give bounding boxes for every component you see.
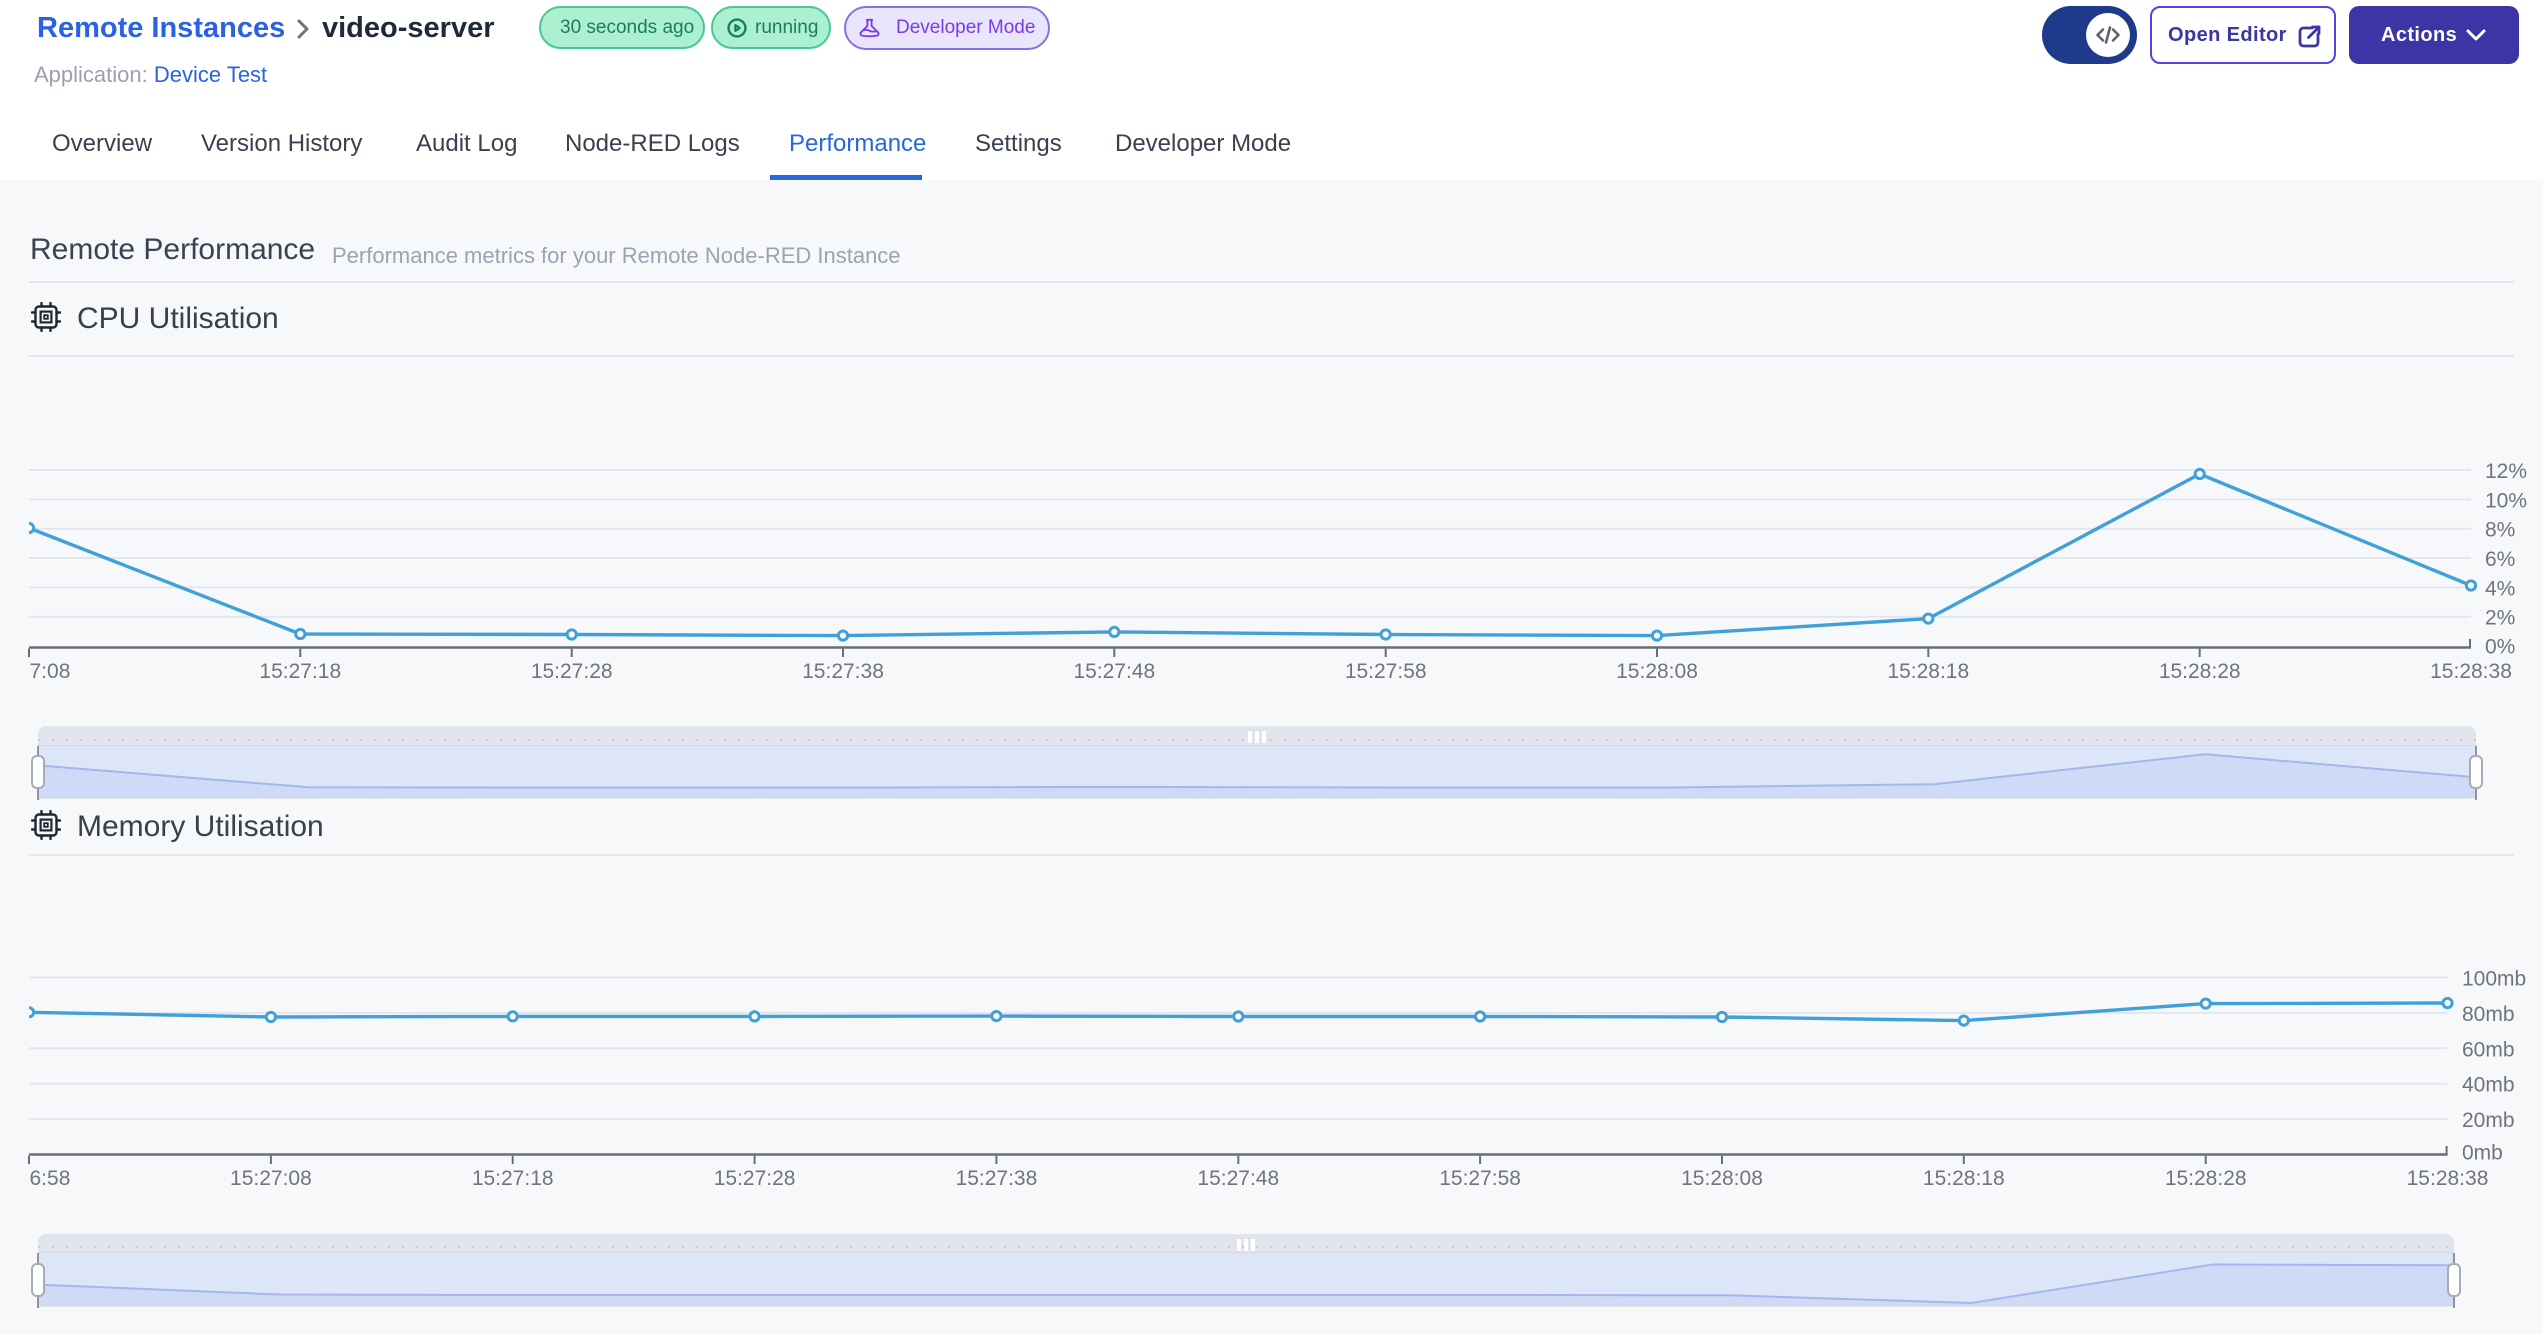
svg-text:15:28:08: 15:28:08 bbox=[1616, 660, 1698, 683]
svg-text:60mb: 60mb bbox=[2462, 1038, 2515, 1061]
svg-text:15:27:18: 15:27:18 bbox=[259, 660, 341, 683]
svg-text:15:27:38: 15:27:38 bbox=[956, 1167, 1038, 1190]
svg-text:15:28:18: 15:28:18 bbox=[1887, 660, 1969, 683]
svg-text:15:27:28: 15:27:28 bbox=[531, 660, 613, 683]
svg-text:40mb: 40mb bbox=[2462, 1074, 2515, 1097]
svg-text:7:08: 7:08 bbox=[30, 660, 71, 683]
svg-text:80mb: 80mb bbox=[2462, 1003, 2515, 1026]
svg-text:15:28:38: 15:28:38 bbox=[2407, 1167, 2489, 1190]
svg-text:15:28:38: 15:28:38 bbox=[2430, 660, 2512, 683]
svg-text:15:27:28: 15:27:28 bbox=[714, 1167, 796, 1190]
svg-text:0%: 0% bbox=[2485, 636, 2515, 659]
svg-text:100mb: 100mb bbox=[2462, 968, 2526, 991]
svg-text:15:27:18: 15:27:18 bbox=[472, 1167, 554, 1190]
svg-text:15:27:08: 15:27:08 bbox=[230, 1167, 312, 1190]
svg-text:15:28:28: 15:28:28 bbox=[2165, 1167, 2247, 1190]
svg-text:2%: 2% bbox=[2485, 607, 2515, 630]
svg-text:8%: 8% bbox=[2485, 519, 2515, 542]
svg-text:15:27:58: 15:27:58 bbox=[1345, 660, 1427, 683]
svg-text:4%: 4% bbox=[2485, 577, 2515, 600]
svg-text:6:58: 6:58 bbox=[30, 1167, 71, 1190]
svg-text:15:28:08: 15:28:08 bbox=[1681, 1167, 1763, 1190]
svg-text:10%: 10% bbox=[2485, 489, 2527, 512]
svg-text:15:28:28: 15:28:28 bbox=[2159, 660, 2241, 683]
svg-text:15:27:58: 15:27:58 bbox=[1439, 1167, 1521, 1190]
svg-text:15:28:18: 15:28:18 bbox=[1923, 1167, 2005, 1190]
svg-text:15:27:38: 15:27:38 bbox=[802, 660, 884, 683]
svg-text:12%: 12% bbox=[2485, 460, 2527, 483]
svg-text:0mb: 0mb bbox=[2462, 1142, 2503, 1165]
svg-text:15:27:48: 15:27:48 bbox=[1073, 660, 1155, 683]
svg-text:15:27:48: 15:27:48 bbox=[1197, 1167, 1279, 1190]
svg-text:20mb: 20mb bbox=[2462, 1109, 2515, 1132]
svg-text:6%: 6% bbox=[2485, 548, 2515, 571]
